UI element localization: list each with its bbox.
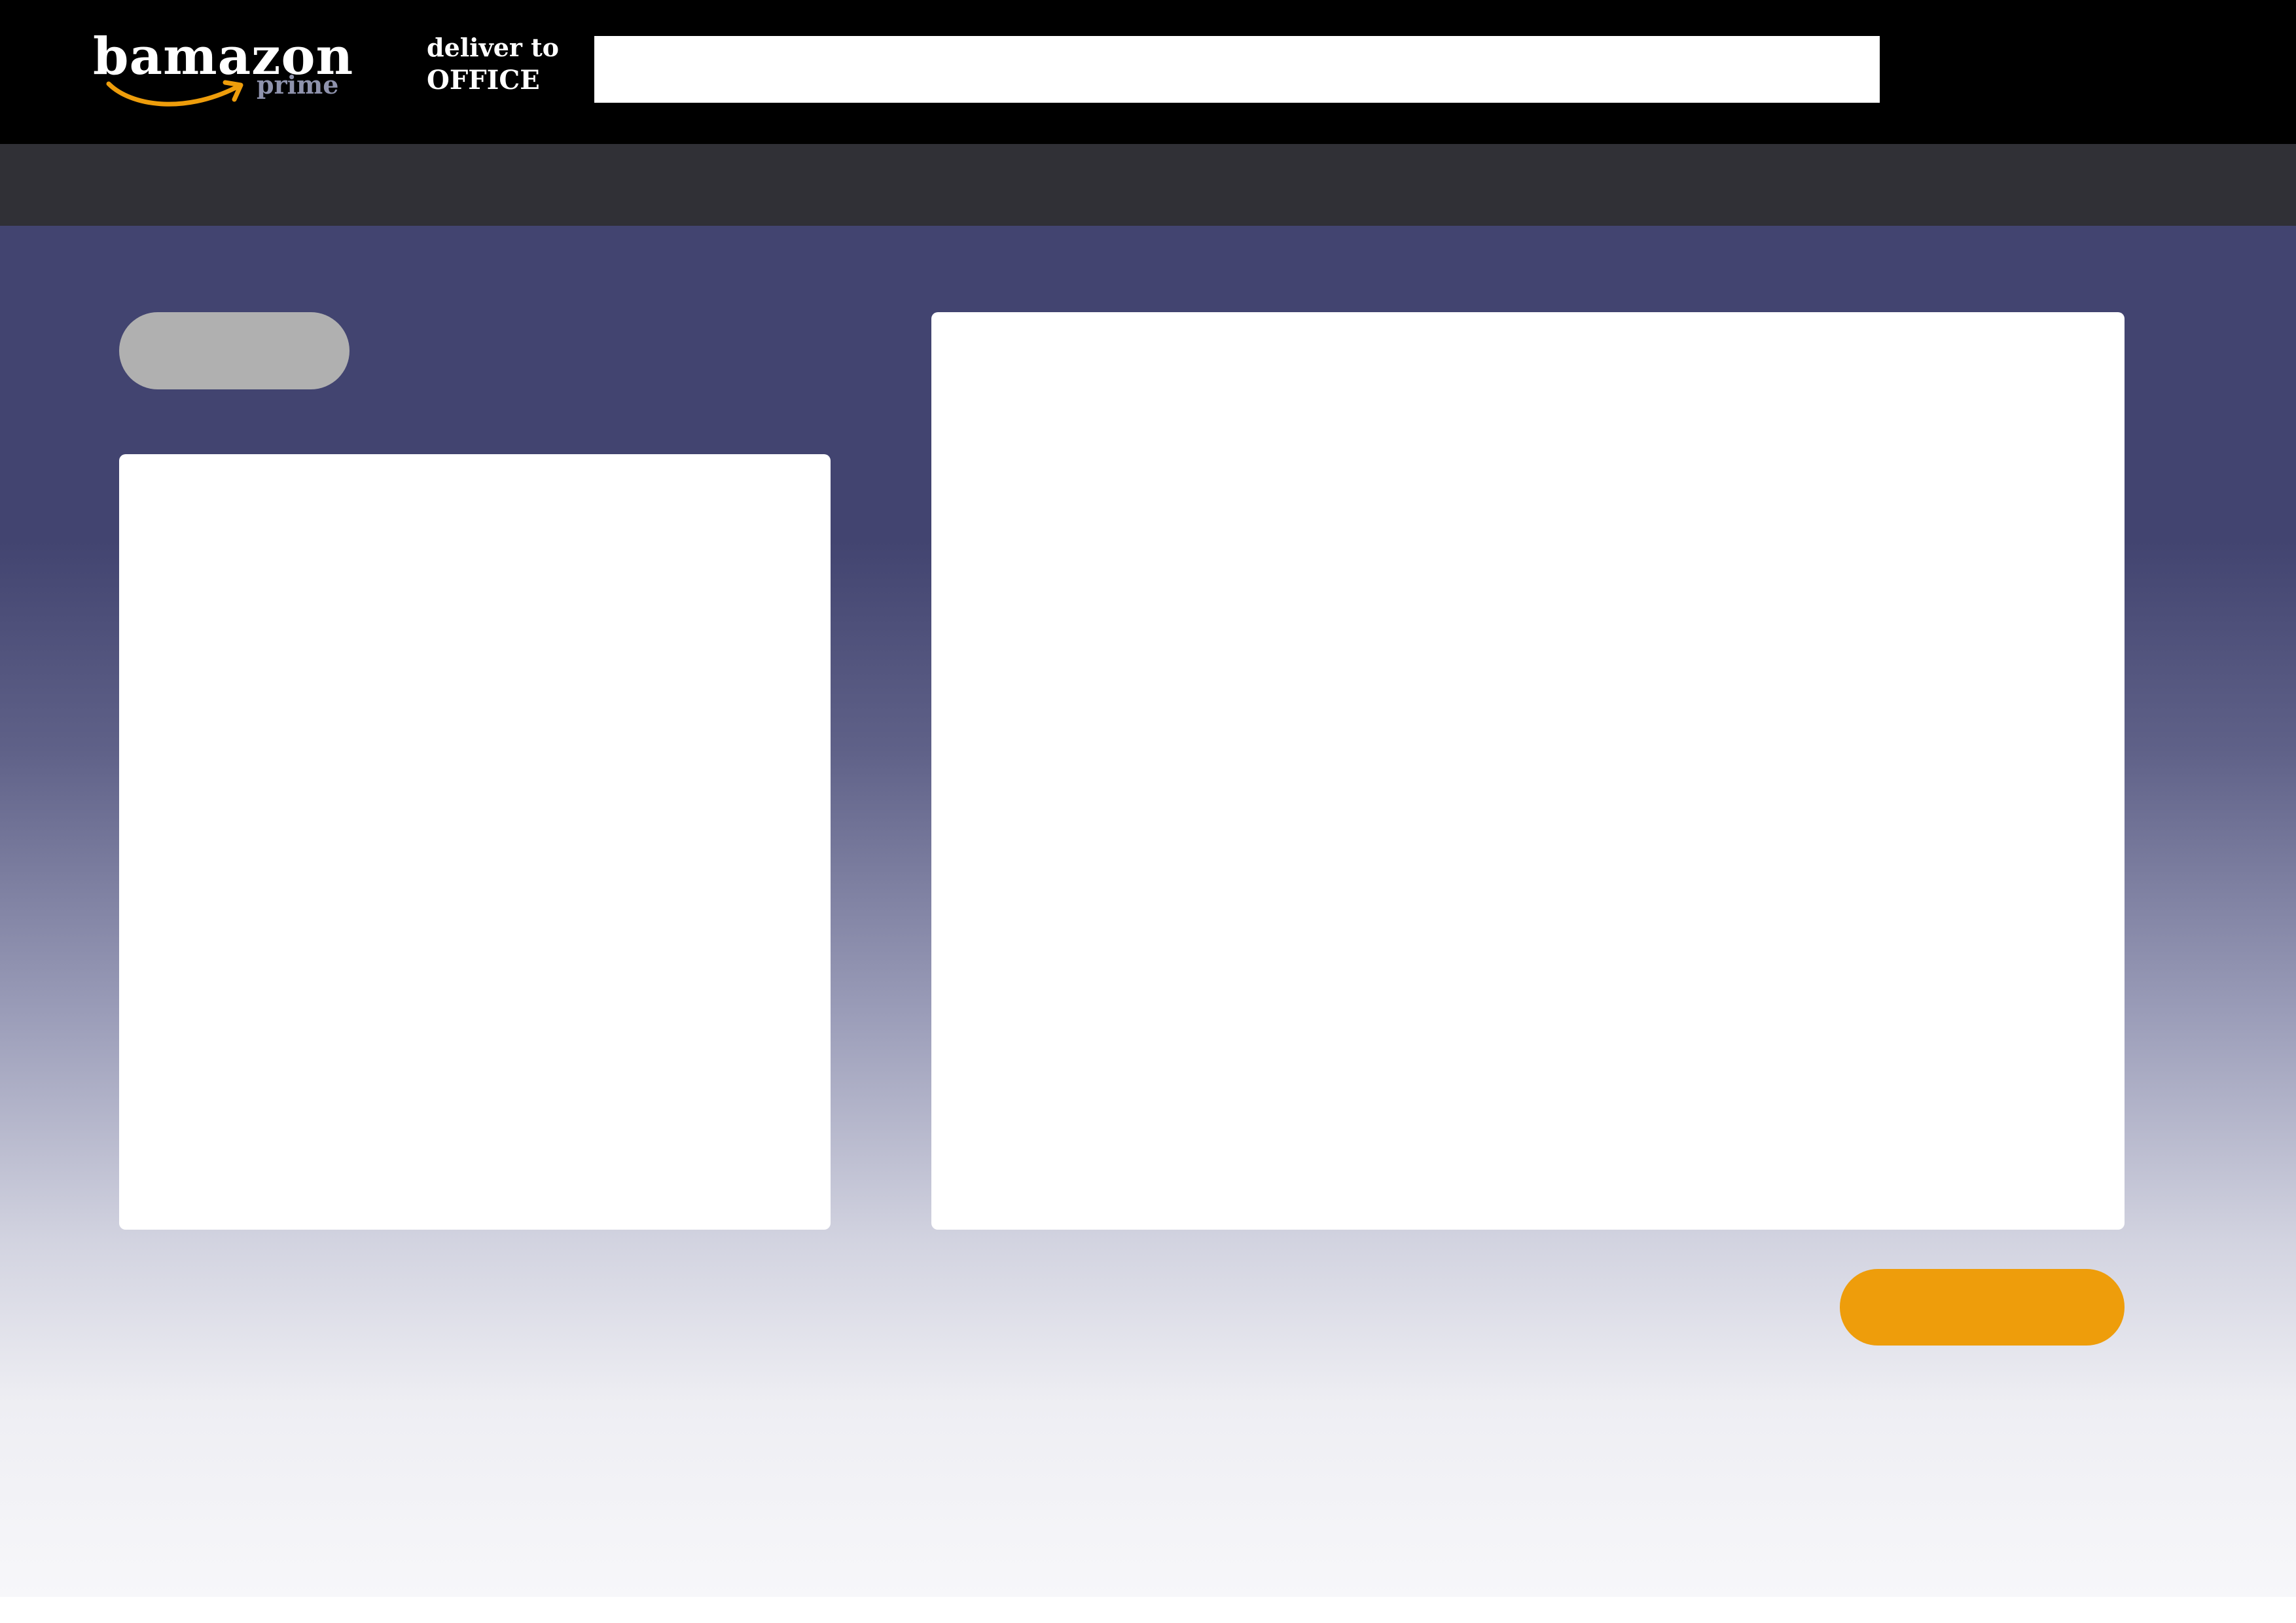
search-input[interactable]	[594, 36, 1880, 103]
deliver-to-label: deliver to	[427, 33, 560, 62]
deliver-to-selector[interactable]: deliver to OFFICE	[427, 31, 559, 97]
brand-logo[interactable]: bamazon prime	[93, 27, 353, 119]
top-header: bamazon prime deliver to OFFICE	[0, 0, 2296, 144]
page-footer-strip	[0, 1597, 2296, 1623]
secondary-pill-button[interactable]	[119, 312, 350, 389]
primary-action-button[interactable]	[1840, 1269, 2125, 1346]
left-content-panel	[119, 454, 831, 1230]
smile-arrow-icon	[106, 80, 243, 107]
right-content-panel	[931, 312, 2125, 1230]
deliver-location: OFFICE	[427, 65, 540, 96]
logo-tier-label: prime	[257, 70, 339, 99]
secondary-nav-bar	[0, 144, 2296, 226]
